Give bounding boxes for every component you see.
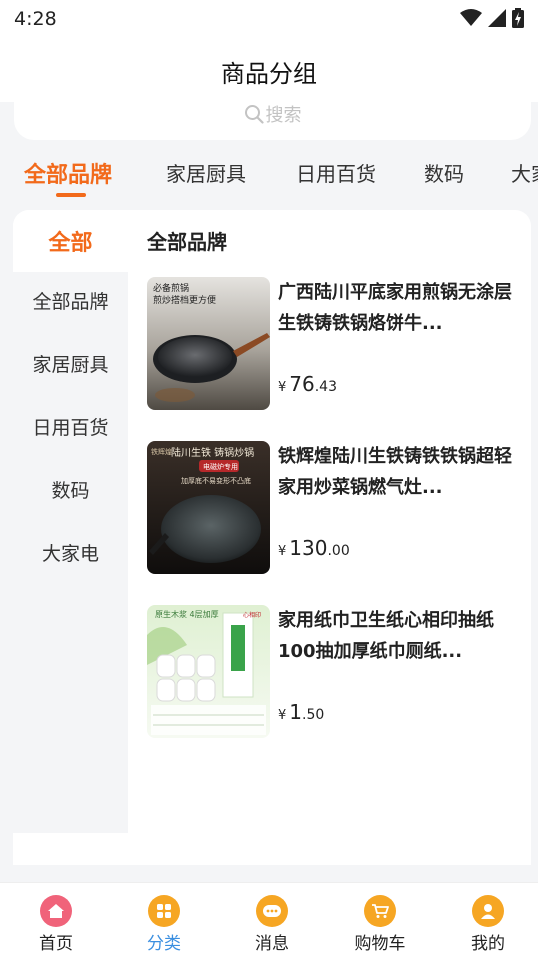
bottom-tab-bar: 首页 分类 消息 购物车 我的 xyxy=(0,882,538,956)
product-name[interactable]: 广西陆川平底家用煎锅无涂层生铁铸铁锅烙饼牛... xyxy=(278,277,528,339)
product-price: ¥76.43 xyxy=(278,372,337,396)
search-icon xyxy=(244,105,264,124)
price-decimal: .00 xyxy=(327,543,350,559)
content-card: 全部 全部品牌 家居厨具 日用百货 数码 大家电 全部品牌 必备煎锅 煎炒搭档更… xyxy=(13,210,531,865)
status-bar: 4:28 xyxy=(0,0,538,40)
grid-icon xyxy=(148,895,180,927)
product-card[interactable]: 铁辉煌 陆川生铁 铸锅炒锅 电磁炉专用 加厚底不易变形不凸底 铁辉煌陆川生铁铸铁… xyxy=(147,441,527,575)
sidebar-item-daily[interactable]: 日用百货 xyxy=(13,408,128,448)
user-icon xyxy=(472,895,504,927)
active-tab-indicator xyxy=(56,193,86,197)
sidebar-item-all[interactable]: 全部 xyxy=(13,210,128,272)
search-bar[interactable]: 搜索 xyxy=(14,100,531,140)
tab-label: 我的 xyxy=(471,934,505,954)
search-input[interactable]: 搜索 xyxy=(14,100,531,128)
brand-tab-daily[interactable]: 日用百货 xyxy=(296,158,376,187)
thumb-caption: 必备煎锅 xyxy=(153,282,189,294)
price-symbol: ¥ xyxy=(278,380,287,395)
price-integer: 130 xyxy=(289,536,328,560)
product-list-panel: 全部品牌 必备煎锅 煎炒搭档更方便 广西陆川平底家用煎锅无涂层生铁铸铁锅烙饼牛.… xyxy=(128,210,531,833)
message-icon xyxy=(256,895,288,927)
tab-label: 分类 xyxy=(147,934,181,954)
sidebar-list: 全部品牌 家居厨具 日用百货 数码 大家电 xyxy=(13,272,128,833)
tab-profile[interactable]: 我的 xyxy=(434,883,538,956)
nav-bar: 商品分组 xyxy=(0,40,538,102)
thumb-caption: 电磁炉专用 xyxy=(203,462,238,471)
sidebar-item-kitchen[interactable]: 家居厨具 xyxy=(13,345,128,385)
price-symbol: ¥ xyxy=(278,544,287,559)
brand-tab-digital[interactable]: 数码 xyxy=(424,158,464,187)
home-icon xyxy=(40,895,72,927)
product-card[interactable]: 必备煎锅 煎炒搭档更方便 广西陆川平底家用煎锅无涂层生铁铸铁锅烙饼牛... ¥7… xyxy=(147,277,527,411)
product-name[interactable]: 家用纸巾卫生纸心相印抽纸100抽加厚纸巾厕纸... xyxy=(278,605,528,667)
sidebar-item-appliance[interactable]: 大家电 xyxy=(13,534,128,574)
price-decimal: .43 xyxy=(314,379,337,395)
thumb-brand: 铁辉煌 xyxy=(151,447,172,456)
wifi-icon xyxy=(460,9,482,26)
thumb-caption: 陆川生铁 铸锅炒锅 xyxy=(171,446,254,459)
product-card[interactable]: 原生木浆 4层加厚 心相印 家用纸巾卫生纸心相印抽纸100抽加厚纸巾厕纸... … xyxy=(147,605,527,739)
sidebar-item-all-brands[interactable]: 全部品牌 xyxy=(13,282,128,322)
thumb-caption: 原生木浆 4层加厚 xyxy=(155,609,219,619)
search-placeholder: 搜索 xyxy=(265,105,302,126)
price-decimal: .50 xyxy=(302,707,325,723)
category-sidebar: 全部 全部品牌 家居厨具 日用百货 数码 大家电 xyxy=(13,210,128,833)
brand-tab-all[interactable]: 全部品牌 xyxy=(24,157,112,189)
product-name[interactable]: 铁辉煌陆川生铁铸铁铁锅超轻家用炒菜锅燃气灶... xyxy=(278,441,528,503)
sidebar-item-digital[interactable]: 数码 xyxy=(13,471,128,511)
brand-tab-appliance[interactable]: 大家 xyxy=(511,158,538,187)
tab-category[interactable]: 分类 xyxy=(110,883,218,956)
section-title: 全部品牌 xyxy=(147,230,227,254)
brand-tab-kitchen[interactable]: 家居厨具 xyxy=(166,158,246,187)
price-integer: 76 xyxy=(289,372,315,396)
product-image: 铁辉煌 陆川生铁 铸锅炒锅 电磁炉专用 加厚底不易变形不凸底 xyxy=(147,441,270,574)
product-price: ¥130.00 xyxy=(278,536,350,560)
tab-label: 首页 xyxy=(39,934,73,954)
thumb-brand: 心相印 xyxy=(243,611,261,619)
product-price: ¥1.50 xyxy=(278,700,324,724)
tab-home[interactable]: 首页 xyxy=(2,883,110,956)
tab-messages[interactable]: 消息 xyxy=(218,883,326,956)
price-symbol: ¥ xyxy=(278,708,287,723)
brand-tabs: 全部品牌 家居厨具 日用百货 数码 大家 xyxy=(0,150,538,202)
tab-label: 消息 xyxy=(255,934,289,954)
page-title: 商品分组 xyxy=(221,60,317,88)
tab-cart[interactable]: 购物车 xyxy=(326,883,434,956)
thumb-caption: 煎炒搭档更方便 xyxy=(153,294,216,306)
tab-label: 购物车 xyxy=(354,934,406,954)
signal-icon xyxy=(488,9,506,27)
product-image: 原生木浆 4层加厚 心相印 xyxy=(147,605,270,738)
status-time: 4:28 xyxy=(14,8,57,30)
thumb-caption: 加厚底不易变形不凸底 xyxy=(181,476,251,485)
price-integer: 1 xyxy=(289,700,303,724)
cart-icon xyxy=(364,895,396,927)
status-icons xyxy=(460,8,524,28)
product-image: 必备煎锅 煎炒搭档更方便 xyxy=(147,277,270,410)
battery-charging-icon xyxy=(512,8,524,28)
